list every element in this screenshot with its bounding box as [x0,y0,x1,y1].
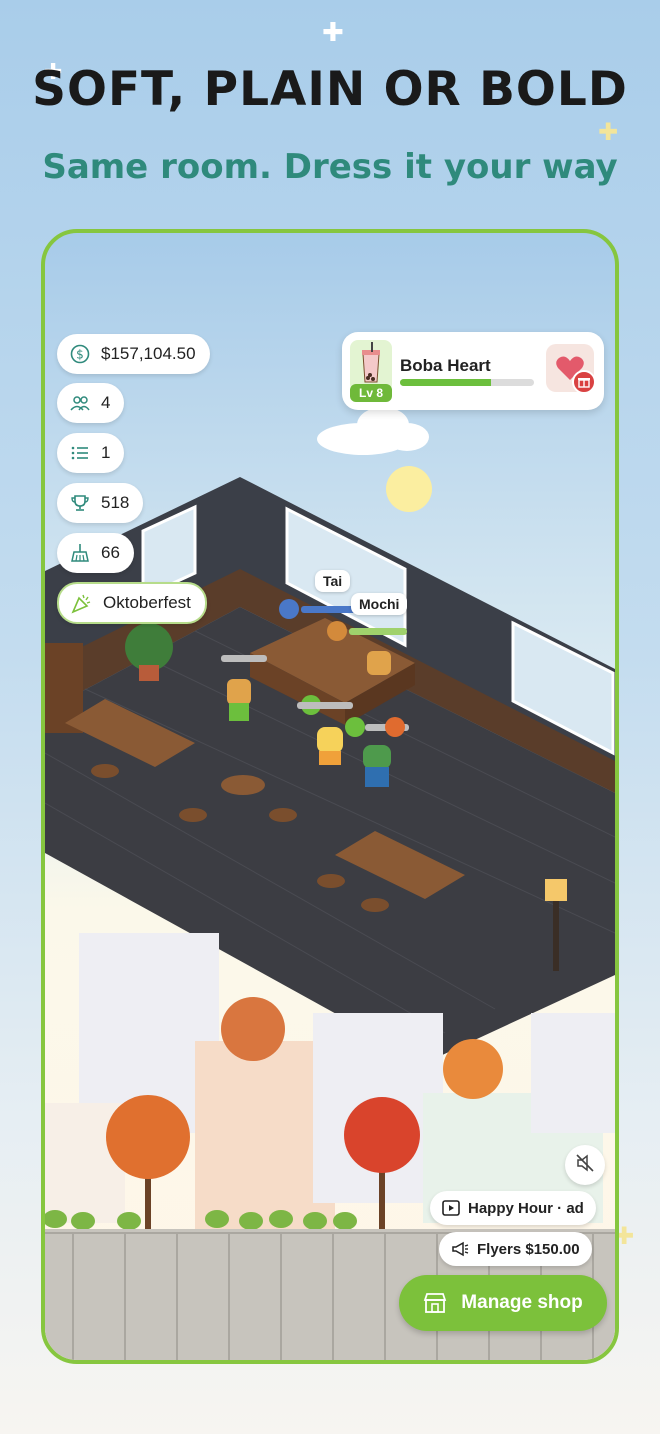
people-icon [69,392,91,414]
list-icon [69,442,91,464]
dollar-circle-icon: $ [69,343,91,365]
headline: SOFT, PLAIN OR BOLD [32,62,628,117]
happy-hour-label: Happy Hour · ad [468,1199,584,1217]
customers-value: 4 [101,393,111,412]
money-value: $157,104.50 [101,344,196,363]
tree [443,1039,503,1099]
tree [221,997,285,1061]
subheadline: Same room. Dress it your way [42,147,618,187]
shop-name: Boba Heart [400,356,491,375]
character-name-label: Mochi [351,593,408,615]
lamp-post [553,893,559,971]
cleanliness-value: 66 [101,543,120,562]
sun [386,466,432,512]
character-name-label: Tai [315,570,351,592]
trophy-icon [69,492,91,514]
sparkle-icon: ✚ [598,118,619,146]
event-name: Oktoberfest [103,593,191,612]
round-table [221,775,265,795]
plant [125,623,173,671]
gift-icon [572,370,596,394]
shop-card[interactable]: Lv 8 Boba Heart [342,332,604,410]
building [531,1013,615,1133]
happy-hour-button[interactable]: Happy Hour · ad [430,1191,596,1225]
game-preview-frame: Tai Mochi $ $157,104.50 4 1 518 66 Oktob… [41,229,619,1364]
character-chick [317,727,343,765]
character-frog [363,745,391,787]
svg-text:$: $ [76,348,84,362]
play-video-icon [442,1200,460,1216]
flyers-button[interactable]: Flyers $150.00 [439,1232,592,1266]
character-bear [227,679,251,721]
manage-shop-button[interactable]: Manage shop [399,1275,607,1331]
storefront-icon [423,1292,447,1314]
customers-stat[interactable]: 4 [57,383,125,423]
shop-level-badge: Lv 8 [350,384,392,402]
sparkle-icon: ✚ [322,18,344,48]
orders-value: 1 [101,443,111,462]
speaker-muted-icon [575,1153,595,1178]
trophies-value: 518 [101,493,130,512]
megaphone-icon [451,1241,469,1257]
character-cashier [367,651,391,675]
money-stat[interactable]: $ $157,104.50 [57,334,210,374]
shop-level-progress-fill [400,379,492,386]
manage-shop-label: Manage shop [461,1292,583,1313]
shop-level-progress [400,379,534,386]
cleanliness-stat[interactable]: 66 [57,533,134,573]
trophies-stat[interactable]: 518 [57,483,144,523]
broom-icon [69,542,91,564]
flyers-label: Flyers $150.00 [477,1240,580,1258]
mute-button[interactable] [565,1145,605,1185]
confetti-icon [71,592,93,614]
orders-stat[interactable]: 1 [57,433,125,473]
event-stat[interactable]: Oktoberfest [57,582,207,624]
cloud [317,407,429,455]
